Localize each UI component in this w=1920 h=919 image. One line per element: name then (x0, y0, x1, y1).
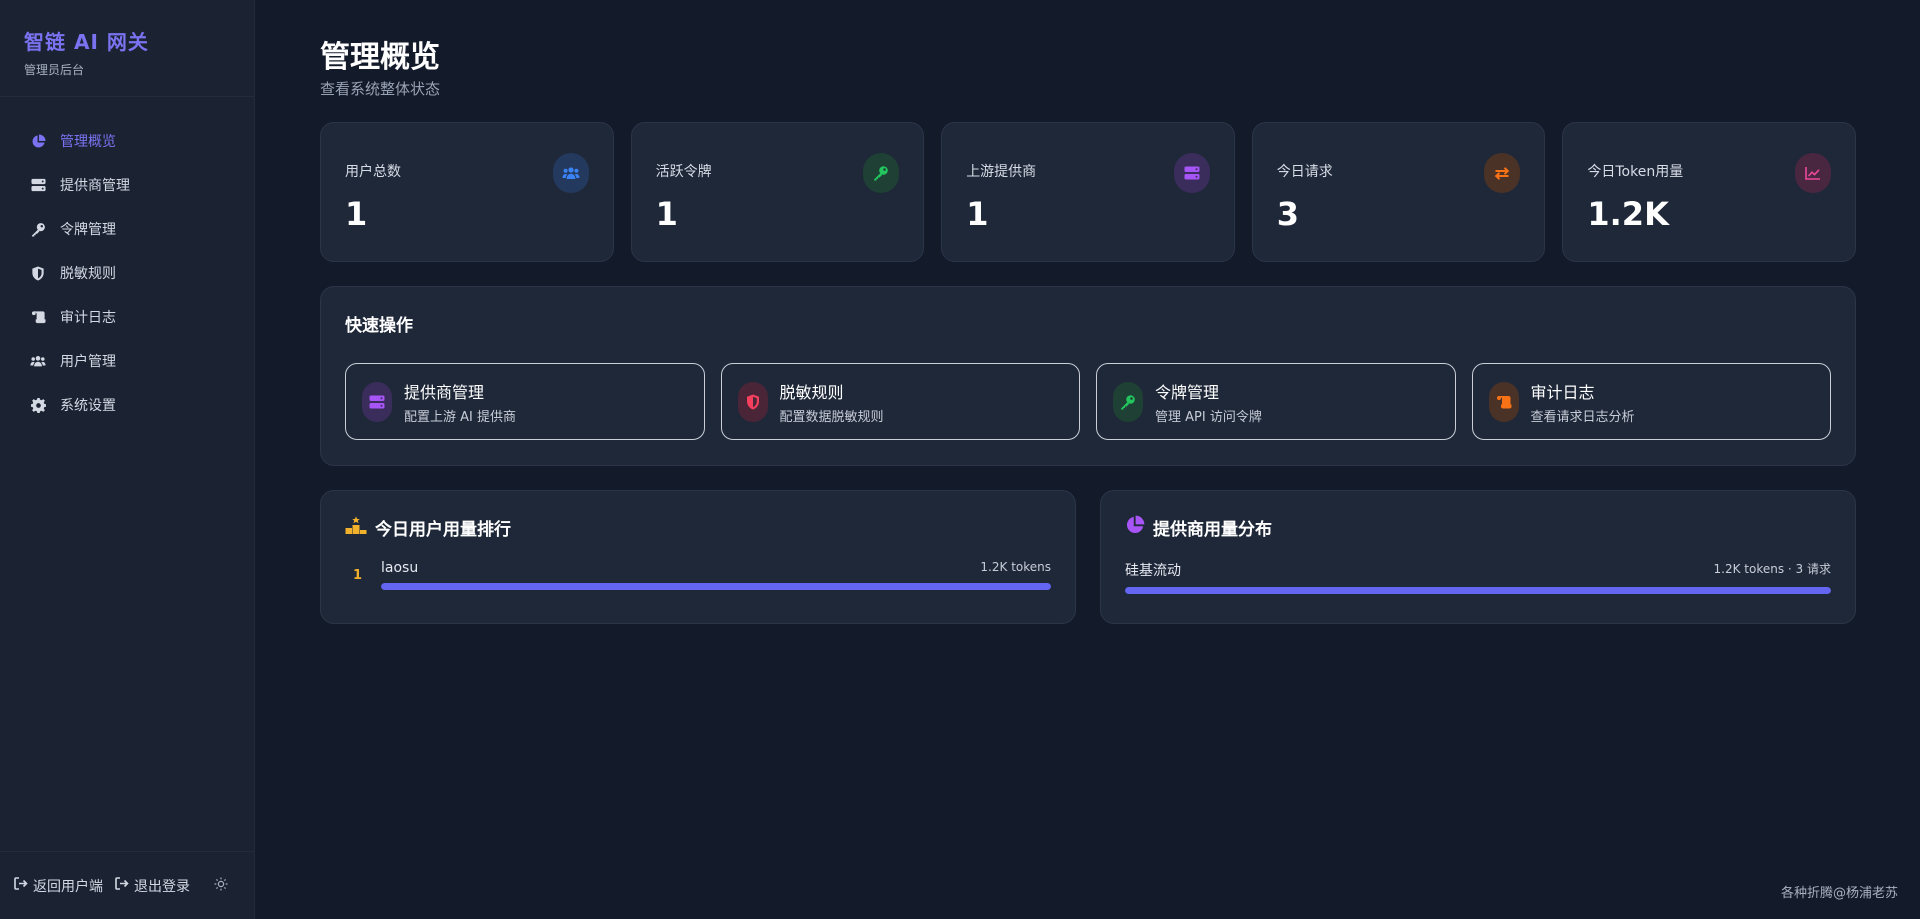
usage-bar-fill (381, 583, 1051, 590)
shield-icon (737, 381, 768, 422)
sidebar-item-users[interactable]: 用户管理 (0, 339, 254, 383)
server-icon (1173, 153, 1210, 193)
sidebar-item-audit[interactable]: 审计日志 (0, 295, 254, 339)
quick-action-desc: 管理 API 访问令牌 (1155, 409, 1262, 425)
key-icon (1113, 381, 1143, 422)
sidebar-item-providers[interactable]: 提供商管理 (0, 163, 254, 207)
users-icon (552, 153, 589, 193)
scroll-icon (30, 309, 46, 325)
quick-action-title: 提供商管理 (404, 382, 485, 402)
sun-icon (214, 877, 228, 895)
quick-action-desc: 查看请求日志分析 (1530, 409, 1635, 425)
stats-row: 用户总数 1 活跃令牌 1 上游提供商 1 今日请求 3 今日Token用量 1… (320, 122, 1856, 262)
list-item: 硅基流动 1.2K tokens · 3 请求 (1125, 560, 1831, 594)
list-item: 1 laosu 1.2K tokens (345, 560, 1051, 590)
sidebar-item-label: 脱敏规则 (60, 266, 116, 282)
quick-action-providers[interactable]: 提供商管理 配置上游 AI 提供商 (345, 363, 705, 440)
stat-card-active-tokens: 活跃令牌 1 (630, 122, 925, 262)
server-icon (362, 381, 392, 422)
stat-card-users: 用户总数 1 (320, 122, 614, 262)
sign-out-icon (14, 877, 28, 894)
stat-card-providers: 上游提供商 1 (941, 122, 1235, 262)
server-icon (30, 177, 46, 193)
usage-value: 1.2K tokens (980, 560, 1051, 574)
usage-value: 1.2K tokens · 3 请求 (1713, 562, 1831, 576)
stat-value: 3 (1276, 195, 1300, 233)
logout-button[interactable]: 退出登录 (115, 876, 190, 896)
usage-bar (1125, 587, 1831, 594)
quick-actions-title: 快速操作 (345, 316, 413, 336)
quick-action-title: 脱敏规则 (779, 382, 844, 402)
sign-out-icon (115, 877, 129, 894)
page-subtitle: 查看系统整体状态 (320, 80, 441, 98)
brand-title: 智链 AI 网关 (24, 30, 149, 54)
sidebar-footer: 返回用户端 退出登录 (0, 851, 255, 919)
quick-action-desc: 配置上游 AI 提供商 (404, 409, 516, 425)
quick-action-desc: 配置数据脱敏规则 (779, 409, 884, 425)
gear-icon (30, 397, 46, 413)
pie-chart-icon (30, 133, 46, 149)
stat-card-token-usage: 今日Token用量 1.2K (1562, 122, 1856, 262)
theme-toggle[interactable] (214, 877, 228, 895)
pie-chart-icon (1125, 515, 1145, 540)
shield-icon (30, 265, 46, 281)
brand: 智链 AI 网关 管理员后台 (0, 0, 254, 97)
stat-value: 1.2K (1587, 195, 1669, 233)
quick-actions-panel: 快速操作 提供商管理 配置上游 AI 提供商 脱敏规则 配置数据脱敏规则 令牌管… (320, 286, 1856, 466)
user-ranking-title: 今日用户用量排行 (375, 520, 511, 540)
provider-distribution-title-row: 提供商用量分布 (1125, 515, 1831, 540)
user-name: laosu (381, 560, 419, 576)
back-to-user-button[interactable]: 返回用户端 (14, 876, 103, 896)
quick-action-masking[interactable]: 脱敏规则 配置数据脱敏规则 (720, 363, 1080, 440)
quick-action-title: 审计日志 (1530, 382, 1595, 402)
sidebar-item-label: 用户管理 (60, 354, 116, 370)
key-icon (863, 153, 900, 193)
sidebar: 智链 AI 网关 管理员后台 管理概览 提供商管理 令牌管理 脱敏规则 审计日志… (0, 0, 255, 919)
stat-value: 1 (655, 195, 678, 233)
quick-action-title: 令牌管理 (1155, 382, 1220, 402)
back-to-user-label: 返回用户端 (33, 878, 103, 895)
sidebar-item-settings[interactable]: 系统设置 (0, 383, 254, 427)
provider-distribution-panel: 提供商用量分布 硅基流动 1.2K tokens · 3 请求 (1100, 490, 1856, 624)
sidebar-item-tokens[interactable]: 令牌管理 (0, 207, 254, 251)
scroll-icon (1488, 381, 1519, 422)
sidebar-item-label: 提供商管理 (60, 178, 130, 194)
usage-bar (381, 583, 1051, 590)
logout-label: 退出登录 (134, 878, 190, 895)
podium-icon (345, 516, 367, 539)
user-ranking-panel: 今日用户用量排行 1 laosu 1.2K tokens (320, 490, 1076, 624)
users-icon (30, 353, 46, 369)
user-ranking-title-row: 今日用户用量排行 (345, 515, 1051, 540)
main-content: 管理概览 查看系统整体状态 用户总数 1 活跃令牌 1 上游提供商 1 今日请求… (320, 0, 1856, 624)
sidebar-item-overview[interactable]: 管理概览 (0, 119, 254, 163)
brand-subtitle: 管理员后台 (24, 63, 85, 77)
quick-action-tokens[interactable]: 令牌管理 管理 API 访问令牌 (1096, 363, 1456, 440)
sidebar-item-masking[interactable]: 脱敏规则 (0, 251, 254, 295)
page-title: 管理概览 (320, 40, 440, 75)
quick-actions-row: 提供商管理 配置上游 AI 提供商 脱敏规则 配置数据脱敏规则 令牌管理 管理 … (345, 363, 1831, 440)
key-icon (30, 221, 46, 237)
sidebar-item-label: 系统设置 (60, 398, 116, 414)
usage-bar-fill (1125, 587, 1831, 594)
stat-value: 1 (966, 195, 989, 233)
sidebar-item-label: 管理概览 (60, 134, 116, 150)
rank-number: 1 (353, 567, 363, 583)
sidebar-item-label: 令牌管理 (60, 222, 116, 238)
sidebar-item-label: 审计日志 (60, 310, 116, 326)
quick-action-audit[interactable]: 审计日志 查看请求日志分析 (1471, 363, 1831, 440)
stat-value: 1 (345, 195, 368, 233)
exchange-icon (1484, 153, 1521, 193)
stat-card-requests: 今日请求 3 (1251, 122, 1546, 262)
bottom-row: 今日用户用量排行 1 laosu 1.2K tokens 提供商用量分布 硅基流… (320, 490, 1856, 624)
watermark: 各种折腾@杨浦老苏 (1780, 886, 1898, 901)
provider-name: 硅基流动 (1125, 563, 1181, 579)
provider-distribution-title: 提供商用量分布 (1153, 520, 1272, 540)
line-chart-icon (1794, 153, 1831, 193)
sidebar-nav: 管理概览 提供商管理 令牌管理 脱敏规则 审计日志 用户管理 系统设置 (0, 97, 254, 427)
